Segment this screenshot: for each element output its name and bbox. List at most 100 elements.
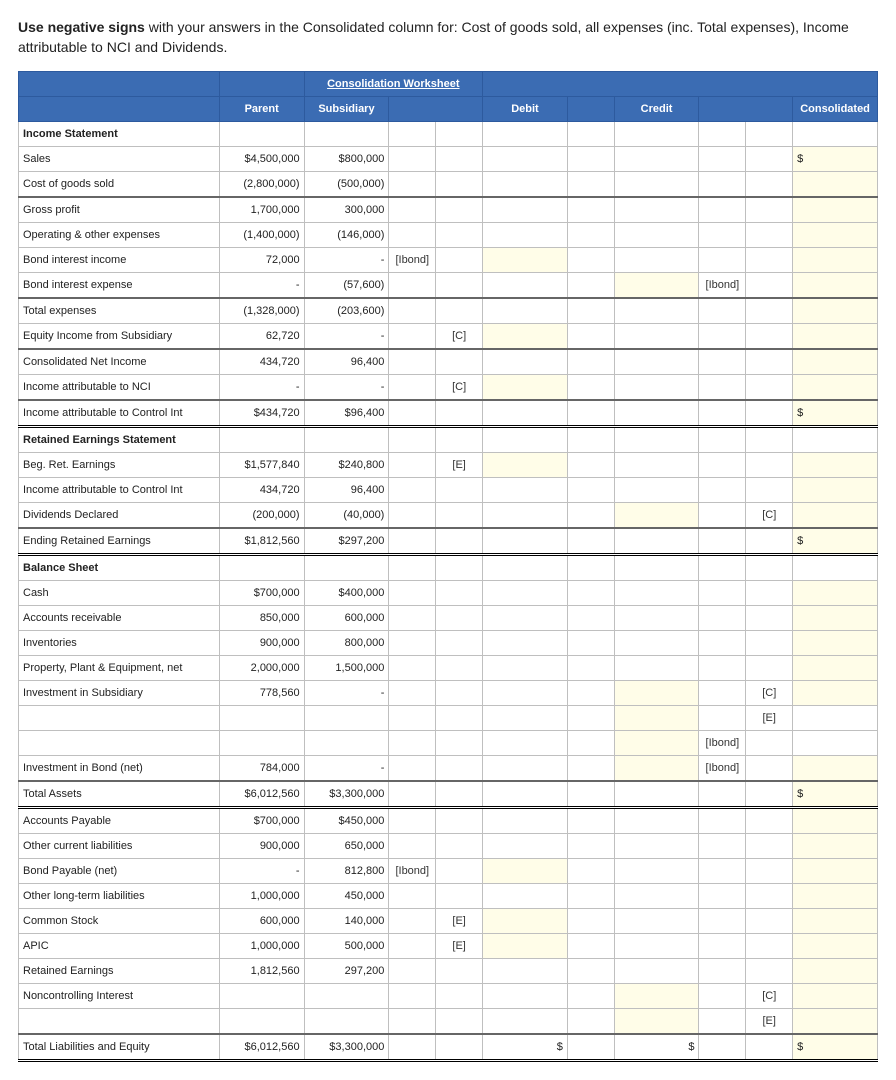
credit-ref2: [699, 349, 746, 375]
debit-ref1: [389, 528, 436, 555]
subsidiary-val: 650,000: [304, 834, 389, 859]
consolidated-val[interactable]: [793, 503, 878, 529]
parent-val: [219, 1009, 304, 1035]
consolidated-val[interactable]: [793, 478, 878, 503]
credit-val[interactable]: [614, 1009, 699, 1035]
consolidated-val[interactable]: $: [793, 147, 878, 172]
credit-ref3: [746, 1034, 793, 1061]
debit-val[interactable]: [483, 934, 568, 959]
consolidated-val[interactable]: [793, 884, 878, 909]
credit-ref3: [746, 478, 793, 503]
credit-val: [614, 909, 699, 934]
debit-ref2: [436, 706, 483, 731]
credit-ref2: [699, 909, 746, 934]
debit-ref1: [389, 909, 436, 934]
credit-ref1: [567, 375, 614, 401]
debit-ref1: [389, 478, 436, 503]
consolidated-val[interactable]: [793, 834, 878, 859]
parent-val: [219, 984, 304, 1009]
label: Bond Payable (net): [19, 859, 220, 884]
credit-val[interactable]: [614, 503, 699, 529]
subsidiary-val: $96,400: [304, 400, 389, 427]
consolidated-val[interactable]: [793, 172, 878, 198]
debit-val[interactable]: [483, 909, 568, 934]
debit-ref2: [436, 172, 483, 198]
debit-ref1: [389, 197, 436, 223]
credit-ref1: [567, 223, 614, 248]
debit-ref2: [436, 859, 483, 884]
consolidated-val[interactable]: [793, 197, 878, 223]
subsidiary-val: (203,600): [304, 298, 389, 324]
parent-val: 850,000: [219, 606, 304, 631]
debit-val[interactable]: [483, 324, 568, 350]
subsidiary-val: $450,000: [304, 808, 389, 834]
debit-ref2: [436, 478, 483, 503]
col-credit: Credit: [614, 97, 699, 122]
credit-ref1: [567, 681, 614, 706]
consolidated-val[interactable]: [793, 984, 878, 1009]
consolidated-val[interactable]: [793, 934, 878, 959]
debit-val[interactable]: [483, 375, 568, 401]
credit-val[interactable]: [614, 273, 699, 299]
subsidiary-val: $800,000: [304, 147, 389, 172]
credit-ref1: [567, 731, 614, 756]
consolidated-val[interactable]: [793, 453, 878, 478]
consolidated-val[interactable]: [793, 1009, 878, 1035]
consolidated-val[interactable]: [793, 349, 878, 375]
consolidated-val[interactable]: [793, 248, 878, 273]
consolidated-val[interactable]: [793, 298, 878, 324]
debit-val[interactable]: [483, 453, 568, 478]
credit-ref2: [699, 324, 746, 350]
credit-val: [614, 808, 699, 834]
consolidated-val[interactable]: $: [793, 400, 878, 427]
consolidated-val[interactable]: [793, 375, 878, 401]
consolidated-val[interactable]: [793, 324, 878, 350]
consolidated-val[interactable]: [793, 859, 878, 884]
credit-ref2: [699, 631, 746, 656]
instructions: Use negative signs with your answers in …: [18, 18, 878, 57]
credit-val[interactable]: [614, 681, 699, 706]
credit-ref3: [746, 781, 793, 808]
subsidiary-val: -: [304, 375, 389, 401]
debit-val: $: [483, 1034, 568, 1061]
credit-ref3: [746, 197, 793, 223]
credit-val[interactable]: [614, 756, 699, 782]
credit-ref3: [746, 223, 793, 248]
consolidated-val[interactable]: [793, 223, 878, 248]
credit-val: [614, 884, 699, 909]
consolidated-val[interactable]: [793, 656, 878, 681]
debit-val[interactable]: [483, 859, 568, 884]
col-parent: Parent: [219, 97, 304, 122]
debit-val: [483, 959, 568, 984]
credit-ref2: [699, 197, 746, 223]
credit-val[interactable]: [614, 706, 699, 731]
debit-ref1: [389, 223, 436, 248]
consolidated-val[interactable]: [793, 606, 878, 631]
parent-val: $434,720: [219, 400, 304, 427]
consolidated-val[interactable]: $: [793, 528, 878, 555]
credit-val[interactable]: [614, 731, 699, 756]
label: Equity Income from Subsidiary: [19, 324, 220, 350]
consolidated-val[interactable]: [793, 631, 878, 656]
consolidated-val[interactable]: [793, 681, 878, 706]
debit-val[interactable]: [483, 248, 568, 273]
label: Income attributable to Control Int: [19, 478, 220, 503]
consolidated-val[interactable]: $: [793, 781, 878, 808]
consolidated-val[interactable]: [793, 756, 878, 782]
credit-ref1: [567, 884, 614, 909]
consolidated-val[interactable]: [793, 808, 878, 834]
consolidated-val[interactable]: $: [793, 1034, 878, 1061]
debit-ref1: [389, 581, 436, 606]
credit-val[interactable]: [614, 984, 699, 1009]
debit-ref1: [389, 984, 436, 1009]
debit-ref2: [436, 349, 483, 375]
label: Retained Earnings: [19, 959, 220, 984]
debit-ref1: [389, 656, 436, 681]
debit-val: [483, 478, 568, 503]
consolidated-val[interactable]: [793, 273, 878, 299]
credit-ref3: [746, 631, 793, 656]
consolidated-val[interactable]: [793, 909, 878, 934]
consolidated-val[interactable]: [793, 959, 878, 984]
consolidated-val[interactable]: [793, 581, 878, 606]
label: Investment in Bond (net): [19, 756, 220, 782]
